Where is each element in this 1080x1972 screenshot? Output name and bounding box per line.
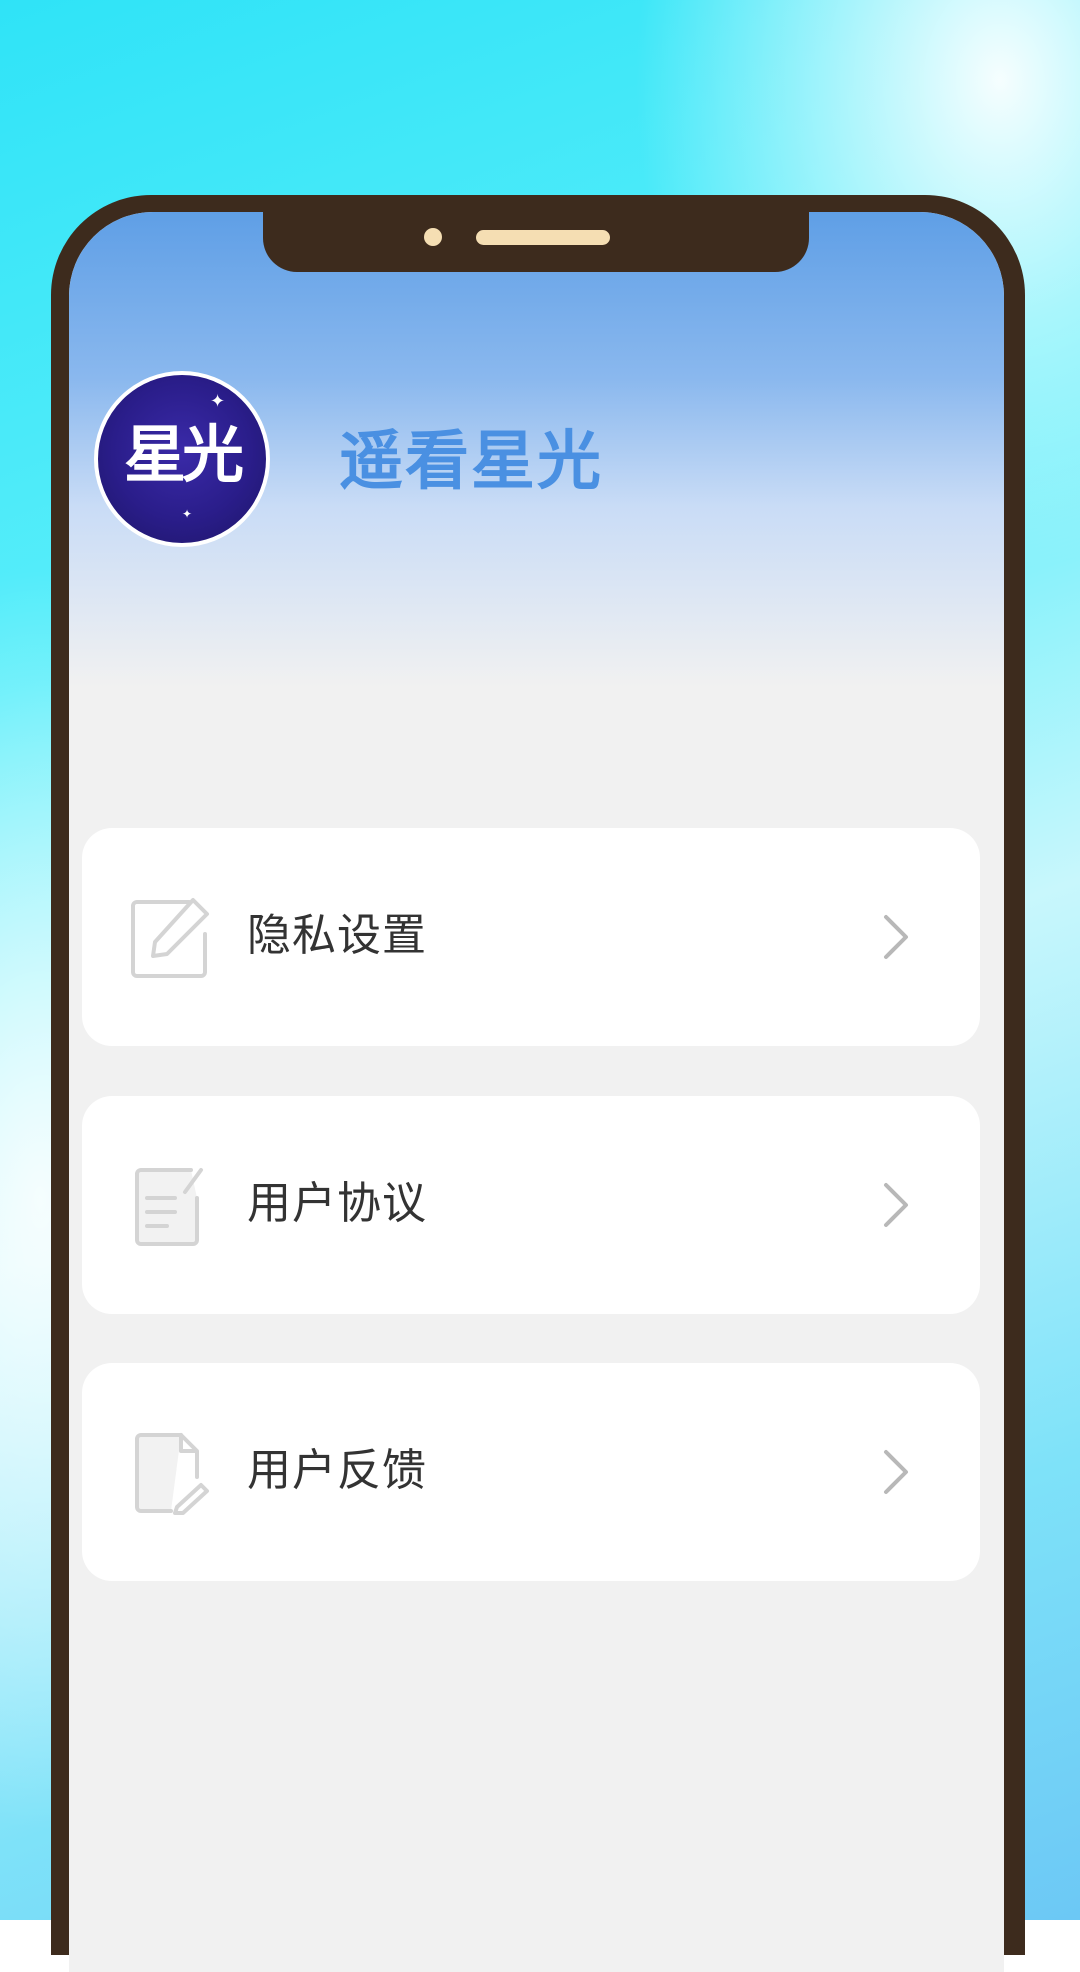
camera-icon [424, 228, 442, 246]
avatar-logo-text: 星光 [123, 418, 244, 491]
chevron-right-icon [884, 1450, 908, 1494]
app-screen: ✦ 星光 ✦ 遥看星光 隐私设置 用户协议 用户反馈 [69, 212, 1004, 1972]
menu-item-user-agreement[interactable]: 用户协议 [82, 1096, 980, 1314]
phone-notch [263, 212, 809, 272]
menu-item-user-feedback[interactable]: 用户反馈 [82, 1363, 980, 1581]
menu-item-privacy-settings[interactable]: 隐私设置 [82, 828, 980, 1046]
chevron-right-icon [884, 915, 908, 959]
menu-item-label: 用户协议 [247, 1178, 427, 1229]
app-title: 遥看星光 [339, 425, 603, 499]
document-icon [135, 1168, 203, 1246]
phone-frame: ✦ 星光 ✦ 遥看星光 隐私设置 用户协议 用户反馈 [51, 195, 1025, 1972]
sparkle-icon: ✦ [182, 507, 193, 521]
sparkle-icon: ✦ [210, 391, 226, 412]
speaker-icon [476, 230, 610, 245]
chevron-right-icon [884, 1183, 908, 1227]
feedback-icon [135, 1433, 209, 1515]
menu-item-label: 用户反馈 [247, 1445, 427, 1496]
edit-icon [131, 898, 209, 978]
menu-item-label: 隐私设置 [247, 910, 427, 961]
app-logo-avatar: ✦ 星光 ✦ [94, 371, 270, 547]
